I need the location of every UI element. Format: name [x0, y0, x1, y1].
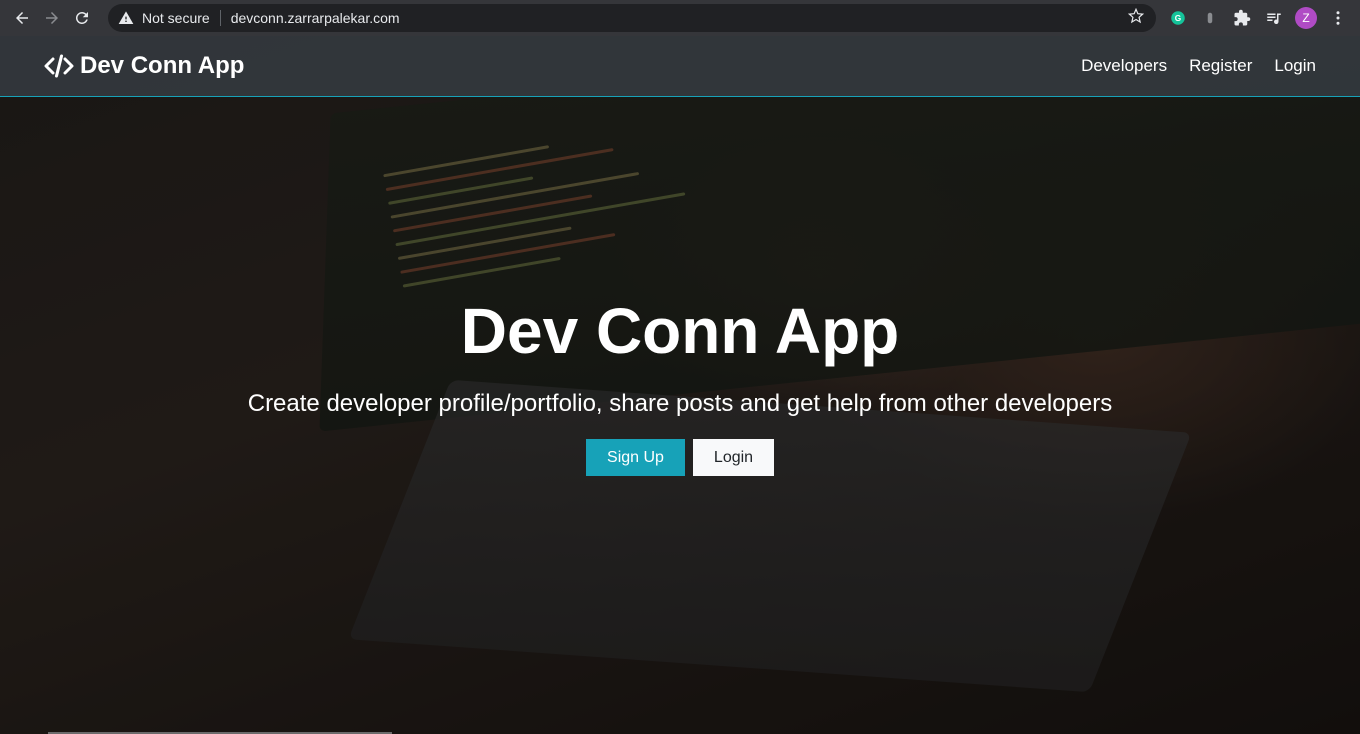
security-label: Not secure: [142, 10, 210, 26]
nav-link-login[interactable]: Login: [1274, 56, 1316, 76]
hero-buttons: Sign Up Login: [0, 439, 1360, 476]
extensions-menu-button[interactable]: [1228, 4, 1256, 32]
puzzle-icon: [1234, 9, 1251, 26]
avatar: Z: [1295, 7, 1317, 29]
back-icon: [16, 12, 28, 24]
extensions-area: G Z: [1160, 4, 1352, 32]
code-icon: [44, 54, 74, 78]
reload-button[interactable]: [68, 4, 96, 32]
brand-name: Dev Conn App: [80, 52, 245, 79]
warning-icon: [118, 11, 134, 24]
nav-link-developers[interactable]: Developers: [1081, 56, 1167, 76]
security-indicator[interactable]: Not secure: [118, 10, 210, 26]
url-text[interactable]: devconn.zarrarpalekar.com: [231, 10, 1128, 26]
sign-up-button[interactable]: Sign Up: [586, 439, 685, 476]
menu-icon: [1336, 11, 1340, 25]
profile-button[interactable]: Z: [1292, 4, 1320, 32]
omnibox-divider: [219, 10, 221, 26]
back-button[interactable]: [8, 4, 36, 32]
reload-icon: [75, 11, 88, 24]
media-icon: [1267, 13, 1281, 25]
star-icon: [1127, 7, 1145, 23]
svg-text:G: G: [1175, 14, 1181, 23]
forward-icon: [46, 12, 58, 24]
bookmark-button[interactable]: [1127, 7, 1145, 29]
site-navbar: Dev Conn App Developers Register Login: [0, 36, 1360, 97]
browser-menu-button[interactable]: [1324, 4, 1352, 32]
extension-button[interactable]: [1196, 4, 1224, 32]
grammarly-icon: G: [1171, 11, 1185, 25]
extension-icon: [1207, 12, 1213, 24]
browser-toolbar: Not secure devconn.zarrarpalekar.com G Z: [0, 0, 1360, 36]
address-bar[interactable]: Not secure devconn.zarrarpalekar.com: [108, 4, 1156, 32]
brand-link[interactable]: Dev Conn App: [44, 52, 244, 80]
hero-title: Dev Conn App: [460, 295, 900, 367]
forward-button[interactable]: [38, 4, 66, 32]
grammarly-extension[interactable]: G: [1164, 4, 1192, 32]
landing-page: Dev Conn App Developers Register Login D…: [0, 36, 1360, 734]
login-button[interactable]: Login: [693, 439, 774, 476]
nav-links: Developers Register Login: [1059, 56, 1316, 76]
nav-link-register[interactable]: Register: [1189, 56, 1252, 76]
media-control-button[interactable]: [1260, 4, 1288, 32]
hero-section: Dev Conn App Create developer profile/po…: [0, 36, 1360, 734]
hero-lead: Create developer profile/portfolio, shar…: [247, 390, 1113, 417]
